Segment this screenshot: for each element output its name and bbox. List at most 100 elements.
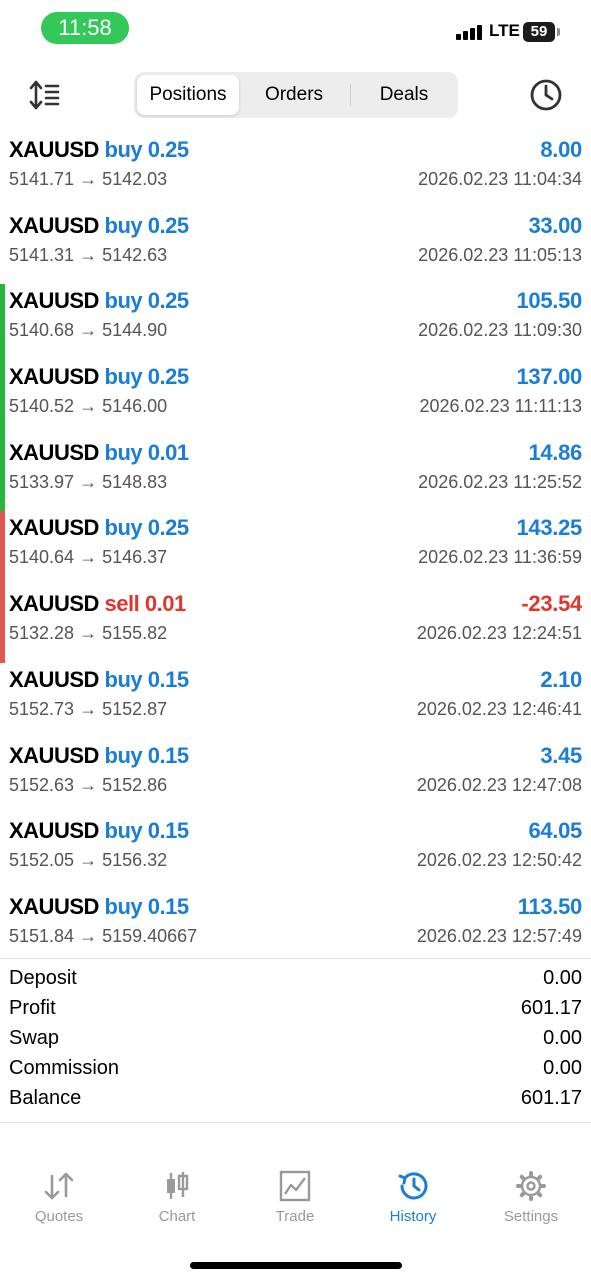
deal-datetime: 2026.02.23 12:57:49 [416,925,582,946]
deal-datetime: 2026.02.23 12:50:42 [416,850,582,871]
deal-row[interactable]: XAUUSD sell 0.01 -23.54 5132.28 → 5155.82 2… [0,587,591,663]
battery-icon: 59 [523,22,555,42]
deal-action: buy [104,288,143,314]
deal-symbol: XAUUSD [9,288,99,314]
deal-action: buy [104,818,143,844]
deal-action: buy [104,364,143,390]
tab-quotes[interactable]: Quotes [0,1170,118,1225]
deal-marker-bar [0,587,5,663]
deal-marker-bar [0,360,5,436]
deal-profit: 33.00 [528,212,582,238]
deal-symbol: XAUUSD [9,137,99,162]
tab-trade[interactable]: Trade [236,1170,354,1225]
deal-prices: 5152.63 → 5152.86 [9,774,168,795]
deal-title: XAUUSD buy 0.25 [9,515,189,541]
summary-label: Commission [9,1057,120,1079]
quotes-icon [44,1172,74,1200]
summary-label: Deposit [9,967,77,989]
deal-prices: 5133.97 → 5148.83 [9,471,168,492]
deal-title: XAUUSD buy 0.15 [9,818,189,844]
deal-row[interactable]: XAUUSD buy 0.25 33.00 5141.31 → 5142.63 202… [0,209,591,285]
deal-action: buy [104,742,143,768]
deal-row[interactable]: XAUUSD buy 0.15 2.10 5152.73 → 5152.87 2026… [0,663,591,739]
tab-settings[interactable]: Settings [472,1170,590,1225]
deal-prices: 5151.84 → 5159.40667 [9,925,198,946]
deal-row[interactable]: XAUUSD buy 0.01 14.86 5133.97 → 5148.83 202… [0,435,591,512]
tab-chart[interactable]: Chart [118,1170,236,1225]
deal-profit: -23.54 [521,591,582,617]
summary-row: Profit 601.17 [0,995,591,1025]
deal-volume: 0.25 [147,515,189,541]
deal-datetime: 2026.02.23 11:25:52 [418,471,582,492]
deal-title: XAUUSD buy 0.25 [9,137,189,163]
deal-row[interactable]: XAUUSD buy 0.15 113.50 5151.84 → 5159.4066… [0,890,591,966]
summary-panel: Deposit 0.00 Profit 601.17 Swap 0.00 Commissio… [0,965,591,1115]
tab-orders[interactable]: Orders [243,75,345,115]
deal-symbol: XAUUSD [9,893,99,919]
deal-symbol: XAUUSD [9,818,99,844]
deal-symbol: XAUUSD [9,364,99,390]
deal-profit: 113.50 [517,893,583,919]
deal-prices: 5152.05 → 5156.32 [9,850,168,871]
deal-row[interactable]: XAUUSD buy 0.15 64.05 5152.05 → 5156.32 202… [0,814,591,890]
deal-row[interactable]: XAUUSD buy 0.25 143.25 5140.64 → 5146.37 20… [0,511,591,588]
deal-volume: 0.15 [147,893,189,919]
deal-profit: 2.10 [540,666,582,692]
deal-action: sell [104,591,140,617]
deal-prices: 5132.28 → 5155.82 [9,623,168,644]
tab-history[interactable]: History [354,1170,472,1225]
deal-datetime: 2026.02.23 11:11:13 [419,396,582,417]
deal-volume: 0.01 [144,591,186,617]
tab-label: Settings [503,1208,559,1225]
summary-value: 0.00 [543,967,582,989]
deal-datetime: 2026.02.23 12:24:51 [416,623,582,644]
period-button[interactable] [526,75,566,115]
deal-profit: 3.45 [540,742,582,768]
sort-button[interactable] [26,76,64,114]
deal-action: buy [104,212,143,238]
deal-profit: 137.00 [516,364,583,390]
deal-action: buy [104,666,143,692]
home-indicator[interactable] [190,1262,402,1269]
deal-row[interactable]: XAUUSD buy 0.25 105.50 5140.68 → 5144.90 20… [0,284,591,361]
tab-deals[interactable]: Deals [353,75,455,115]
deal-prices: 5140.52 → 5146.00 [9,396,168,417]
deal-symbol: XAUUSD [9,212,99,238]
deal-prices: 5140.68 → 5144.90 [9,320,168,341]
view-switcher: Positions Orders Deals [134,72,458,118]
summary-value: 601.17 [520,1087,582,1109]
deal-datetime: 2026.02.23 11:09:30 [418,320,582,341]
deal-volume: 0.25 [147,364,189,390]
deal-volume: 0.25 [147,212,189,238]
deal-marker-bar [0,284,5,361]
history-icon [398,1172,428,1200]
sort-icon [29,80,60,110]
summary-value: 0.00 [543,1057,582,1079]
summary-row: Commission 0.00 [0,1055,591,1085]
signal-icon [456,24,484,40]
deal-row[interactable]: XAUUSD buy 0.25 8.00 5141.71 → 5142.03 2026… [0,133,591,209]
deal-row[interactable]: XAUUSD buy 0.25 137.00 5140.52 → 5146.00 20… [0,360,591,436]
deal-title: XAUUSD sell 0.01 [9,591,186,617]
deal-symbol: XAUUSD [9,439,99,465]
deal-prices: 5152.73 → 5152.87 [9,698,168,719]
bottom-tab-bar: Quotes Chart Trade History Settings [0,1160,591,1240]
summary-value: 601.17 [520,997,582,1019]
deal-title: XAUUSD buy 0.25 [9,288,189,314]
candlestick-icon [167,1172,189,1199]
battery-cap [557,28,560,36]
deals-list: XAUUSD buy 0.25 8.00 5141.71 → 5142.03 2026… [0,133,591,966]
deal-title: XAUUSD buy 0.25 [9,364,189,390]
deal-datetime: 2026.02.23 11:36:59 [418,547,582,568]
deal-prices: 5141.31 → 5142.63 [9,244,168,265]
deal-title: XAUUSD buy 0.15 [9,667,189,693]
deal-symbol: XAUUSD [9,742,99,768]
tab-positions[interactable]: Positions [137,75,239,115]
list-divider [0,958,591,959]
deal-title: XAUUSD buy 0.15 [9,894,189,920]
tab-label: Chart [158,1208,196,1225]
summary-value: 0.00 [543,1027,582,1049]
deal-prices: 5141.71 → 5142.03 [9,169,168,189]
deal-row[interactable]: XAUUSD buy 0.15 3.45 5152.63 → 5152.86 2026… [0,739,591,815]
summary-label: Profit [9,997,56,1019]
